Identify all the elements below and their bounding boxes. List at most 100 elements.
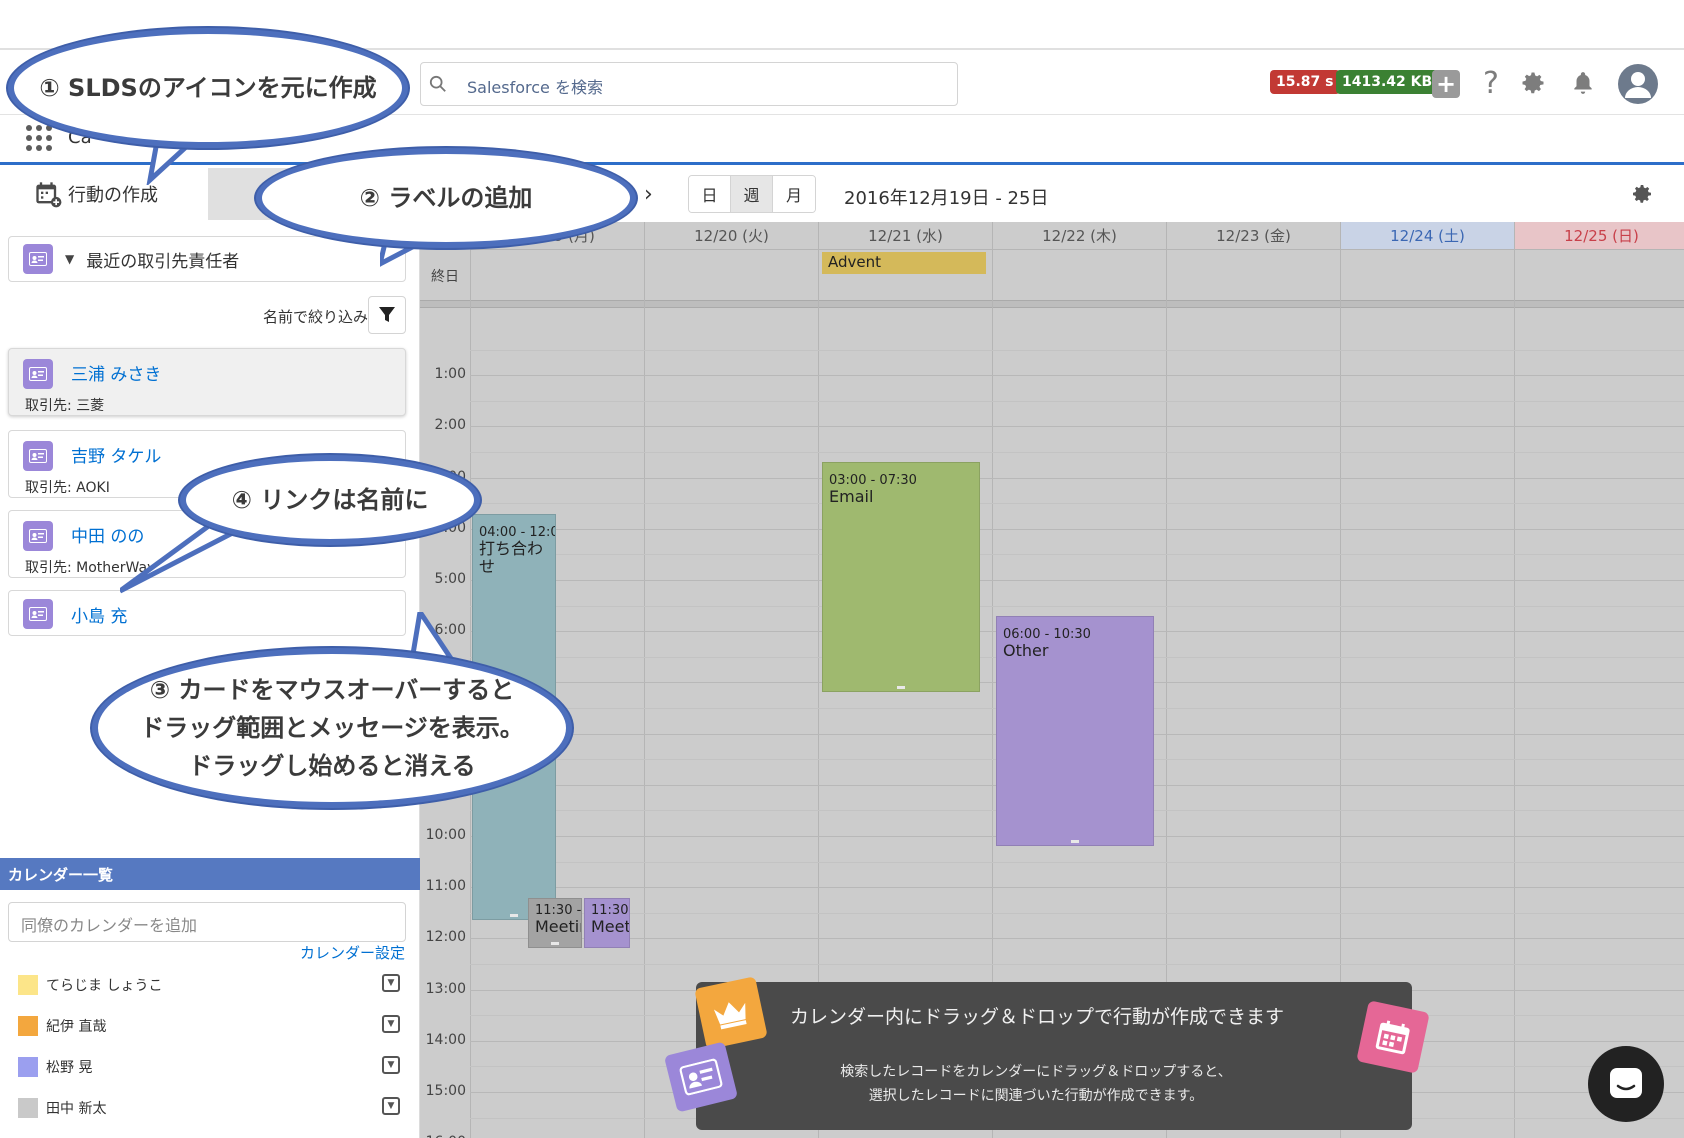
- record-type-select[interactable]: ▼ 最近の取引先責任者: [8, 236, 406, 282]
- all-day-event[interactable]: Advent: [822, 252, 986, 274]
- half-hour-line: [470, 503, 1684, 505]
- date-range-title: 2016年12月19日 - 25日: [844, 188, 1049, 209]
- event-title: Email: [829, 487, 874, 506]
- calendar-settings-gear-icon[interactable]: [1630, 182, 1654, 210]
- calendar-list-item[interactable]: 紀伊 直哉 ▼: [18, 1011, 408, 1039]
- setup-gear-icon[interactable]: [1518, 68, 1548, 98]
- calendar-color-swatch: [18, 1057, 38, 1077]
- annotation-callout-4: ④ リンクは名前に: [180, 455, 480, 545]
- event-time: 03:00 - 07:30: [829, 473, 917, 488]
- chat-icon: [1610, 1068, 1642, 1098]
- hour-label: 10:00: [425, 827, 466, 843]
- toast-line: 選択したレコードに関連づいた行動が作成できます。: [868, 1088, 1204, 1104]
- calendar-list-item[interactable]: 松野 晃 ▼: [18, 1052, 408, 1080]
- event-title: 打ち合わせ: [479, 539, 544, 576]
- search-placeholder: Salesforce を検索: [467, 78, 603, 97]
- half-hour-line: [470, 452, 1684, 453]
- day-header-sunday[interactable]: 12/25 (日): [1514, 222, 1684, 250]
- callout-text: ① SLDSのアイコンを元に作成: [39, 74, 377, 102]
- hour-label: 11:00: [425, 878, 466, 895]
- dropdown-icon[interactable]: ▼: [382, 1097, 400, 1115]
- toast-line: 検索したレコードをカレンダーにドラッグ＆ドロップすると、: [840, 1064, 1232, 1080]
- record-type-label: 最近の取引先責任者: [86, 251, 240, 272]
- dropdown-icon[interactable]: ▼: [382, 974, 400, 992]
- event-calendar-icon: [1356, 1000, 1430, 1074]
- toast-body: 検索したレコードをカレンダーにドラッグ＆ドロップすると、 選択したレコードに関連…: [776, 1060, 1296, 1108]
- dropdown-icon[interactable]: ▼: [382, 1056, 400, 1074]
- dropdown-icon[interactable]: ▼: [382, 1015, 400, 1033]
- day-header[interactable]: 12/21 (水): [818, 222, 992, 250]
- view-day-button[interactable]: 日: [689, 176, 731, 212]
- hour-line: [470, 938, 1684, 940]
- callout-4-tail: [120, 525, 250, 594]
- chat-launcher-button[interactable]: [1588, 1046, 1664, 1122]
- calendar-settings-link[interactable]: カレンダー設定: [300, 942, 405, 963]
- help-icon[interactable]: ?: [1476, 66, 1506, 101]
- contact-icon: [23, 244, 53, 274]
- event-time: 04:00 - 12:00: [479, 525, 555, 540]
- contact-account: 取引先: 三菱: [25, 398, 105, 414]
- calendar-owner-name: 紀伊 直哉: [46, 1019, 107, 1035]
- half-hour-line: [470, 605, 1684, 607]
- event-title: Meeting: [591, 917, 629, 936]
- calendar-event[interactable]: 11:30 - Meeting: [584, 898, 630, 948]
- user-avatar[interactable]: [1618, 64, 1658, 104]
- calendar-event[interactable]: 03:00 - 07:30 Email: [822, 462, 980, 692]
- drag-drop-hint-toast: カレンダー内にドラッグ＆ドロップで行動が作成できます 検索したレコードをカレンダ…: [696, 982, 1412, 1130]
- callout-text: ④ リンクは名前に: [231, 486, 429, 514]
- view-month-button[interactable]: 月: [773, 176, 815, 212]
- hour-label: 2:00: [434, 417, 466, 434]
- day-column-divider: [1514, 250, 1515, 1138]
- calendar-event[interactable]: 11:30 - 1 Meeting: [528, 898, 582, 948]
- calendar-list-item[interactable]: 田中 新太 ▼: [18, 1093, 408, 1121]
- filter-button[interactable]: [368, 296, 406, 334]
- view-week-button[interactable]: 週: [731, 176, 773, 212]
- day-header-saturday[interactable]: 12/24 (土): [1340, 222, 1514, 250]
- resize-handle[interactable]: [551, 942, 559, 945]
- annotation-callout-3: ③ カードをマウスオーバーすると ドラッグ範囲とメッセージを表示。 ドラッグし始…: [92, 648, 572, 808]
- hour-line: [470, 477, 1684, 479]
- all-day-separator: [420, 300, 1684, 308]
- time-badge: 15.87 s: [1270, 70, 1340, 94]
- filter-label: 名前で絞り込み: [262, 308, 368, 326]
- resize-handle[interactable]: [510, 914, 518, 917]
- contact-card[interactable]: 小島 充: [8, 590, 406, 636]
- calendar-event[interactable]: 06:00 - 10:30 Other: [996, 616, 1154, 846]
- calendar-list-item[interactable]: てらじま しょうこ ▼: [18, 970, 408, 998]
- resize-handle[interactable]: [897, 686, 905, 689]
- search-icon: [429, 75, 446, 92]
- calendar-color-swatch: [18, 1098, 38, 1118]
- contact-account: 取引先: AOKI: [25, 480, 110, 496]
- calendar-add-icon: [36, 182, 62, 208]
- name-filter-row: 名前で絞り込み: [0, 296, 420, 336]
- global-search-input[interactable]: Salesforce を検索: [420, 62, 958, 106]
- hour-label: 14:00: [425, 1031, 466, 1048]
- half-hour-line: [470, 861, 1684, 863]
- callout-text-block: ③ カードをマウスオーバーすると ドラッグ範囲とメッセージを表示。 ドラッグし始…: [140, 671, 524, 785]
- day-header[interactable]: 12/20 (火): [644, 222, 818, 250]
- colleague-calendar-input[interactable]: 同僚のカレンダーを追加: [8, 902, 406, 942]
- callout-text: ② ラベルの追加: [359, 184, 533, 212]
- day-header[interactable]: 12/22 (木): [992, 222, 1166, 250]
- day-header[interactable]: 12/23 (金): [1166, 222, 1340, 250]
- contact-name-link[interactable]: 吉野 タケル: [71, 442, 161, 467]
- global-actions-button[interactable]: +: [1432, 70, 1460, 98]
- resize-handle[interactable]: [1071, 840, 1079, 843]
- contact-card[interactable]: 三浦 みさき 取引先: 三菱: [8, 348, 406, 416]
- half-hour-line: [470, 964, 1684, 965]
- view-switcher: 日 週 月: [688, 175, 816, 213]
- notification-bell-icon[interactable]: [1568, 68, 1598, 98]
- callout-text: ドラッグ範囲とメッセージを表示。: [140, 714, 524, 742]
- hour-label: 1:00: [434, 366, 466, 383]
- filter-icon: [379, 307, 395, 322]
- annotation-callout-1: ① SLDSのアイコンを元に作成: [8, 28, 408, 148]
- hour-line: [470, 580, 1684, 581]
- contact-name-link[interactable]: 小島 充: [71, 602, 127, 627]
- next-week-chevron-icon[interactable]: ›: [644, 182, 653, 207]
- event-time: 06:00 - 10:30: [1003, 627, 1091, 642]
- toast-title: カレンダー内にドラッグ＆ドロップで行動が作成できます: [790, 1006, 1285, 1028]
- app-launcher-icon[interactable]: [26, 125, 54, 153]
- calendar-color-swatch: [18, 975, 38, 995]
- contact-name-link[interactable]: 三浦 みさき: [71, 360, 161, 385]
- calendar-list-header: カレンダー一覧: [0, 858, 420, 890]
